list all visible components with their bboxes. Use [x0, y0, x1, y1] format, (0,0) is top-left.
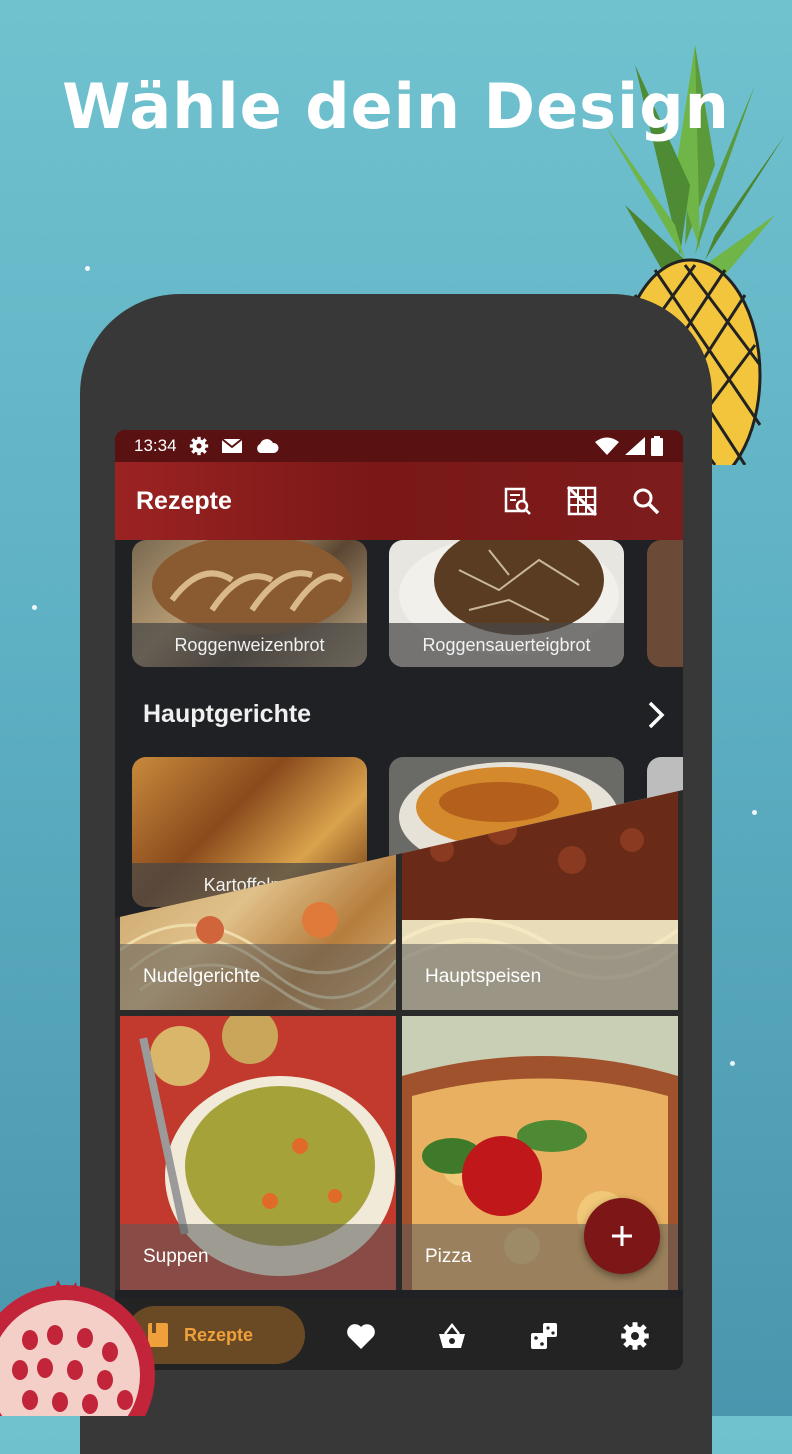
heart-icon [347, 1324, 375, 1349]
nav-item-random[interactable] [528, 1320, 560, 1352]
cloud-status-icon [256, 439, 279, 453]
nav-item-shopping[interactable] [436, 1320, 468, 1352]
app-screen: 13:34 Rezepte Roggenweizenbrot Roggensau… [115, 430, 683, 1370]
status-bar: 13:34 [115, 430, 683, 462]
category-tile-suppen[interactable]: Suppen [120, 1016, 396, 1290]
recipe-card-roggensauerteigbrot[interactable]: Roggensauerteigbrot [389, 540, 624, 667]
nav-item-favorites[interactable] [345, 1320, 377, 1352]
search-icon[interactable] [629, 484, 663, 518]
chevron-right-icon[interactable] [641, 700, 671, 730]
app-bar: Rezepte [115, 462, 683, 540]
settings-status-icon [189, 436, 208, 456]
wifi-icon [595, 437, 619, 455]
headline: Wähle dein Design [62, 70, 730, 143]
dice-icon [531, 1323, 557, 1349]
nav-active-label: Rezepte [184, 1324, 254, 1345]
decor-dot [752, 810, 757, 815]
nav-item-settings[interactable] [619, 1320, 651, 1352]
bottom-navigation: Rezepte [115, 1298, 683, 1370]
decor-dot [85, 266, 90, 271]
page-title: Rezepte [136, 486, 232, 515]
pomegranate-illustration [0, 1280, 155, 1416]
decor-dot [730, 1061, 735, 1066]
recipe-search-icon[interactable] [501, 484, 535, 518]
category-tile-label: Nudelgerichte [120, 944, 396, 1010]
settings-icon [621, 1322, 649, 1350]
plus-icon [612, 1226, 632, 1246]
category-tile-label: Hauptspeisen [402, 944, 678, 1010]
recipe-card-roggenweizenbrot[interactable]: Roggenweizenbrot [132, 540, 367, 667]
recipe-card-label: Roggensauerteigbrot [389, 623, 624, 667]
basket-icon [439, 1322, 465, 1348]
decor-dot [32, 605, 37, 610]
add-recipe-button[interactable] [584, 1198, 660, 1274]
section-title: Hauptgerichte [143, 700, 312, 728]
status-time: 13:34 [134, 436, 177, 455]
grid-off-icon[interactable] [565, 484, 599, 518]
mail-status-icon [220, 438, 243, 453]
battery-icon [651, 436, 663, 456]
category-tile-label: Suppen [120, 1224, 396, 1290]
recipe-card-label: Roggenweizenbrot [132, 623, 367, 667]
signal-icon [625, 437, 645, 455]
recipe-card-partial[interactable] [647, 540, 683, 667]
